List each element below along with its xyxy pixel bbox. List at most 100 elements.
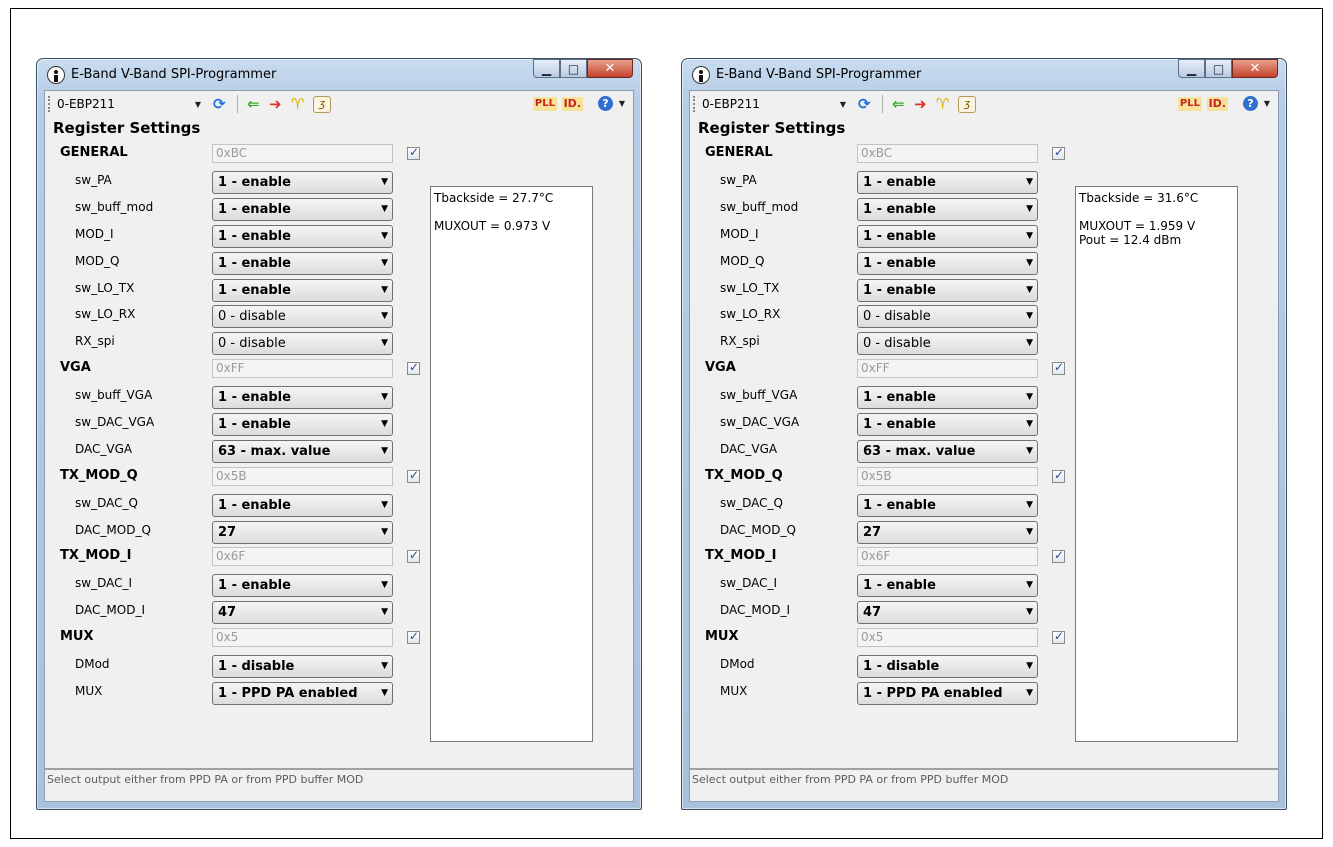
lightbulb-icon[interactable]: ♈ bbox=[291, 95, 304, 113]
register-group-row: MUX 0x5 bbox=[690, 627, 1100, 653]
register-field-row: sw_buff_VGA 1 - enable ▼ bbox=[45, 385, 455, 411]
pll-button[interactable]: PLL bbox=[532, 97, 557, 111]
field-value-select[interactable]: 1 - enable ▼ bbox=[857, 171, 1038, 194]
field-value-select[interactable]: 1 - disable ▼ bbox=[212, 655, 393, 678]
register-enable-checkbox[interactable] bbox=[407, 360, 420, 375]
device-select[interactable]: 0-EBP211 ▼ bbox=[702, 95, 852, 114]
register-hex-field[interactable]: 0x5 bbox=[857, 628, 1038, 647]
lightbulb-icon[interactable]: ♈ bbox=[936, 95, 949, 113]
calibrate-icon[interactable]: ʒ bbox=[313, 96, 331, 113]
field-value-select[interactable]: 27 ▼ bbox=[857, 521, 1038, 544]
chevron-down-icon: ▼ bbox=[1026, 338, 1033, 348]
write-arrow-right-icon[interactable]: ➜ bbox=[269, 95, 282, 113]
help-icon[interactable]: ? bbox=[598, 96, 613, 111]
register-hex-field[interactable]: 0x5B bbox=[857, 467, 1038, 486]
title-bar[interactable]: E-Band V-Band SPI-Programmer ▁ □ ✕ bbox=[682, 59, 1286, 89]
field-value-select[interactable]: 1 - enable ▼ bbox=[212, 198, 393, 221]
field-value-select[interactable]: 1 - PPD PA enabled ▼ bbox=[857, 682, 1038, 705]
output-line: Pout = 12.4 dBm bbox=[1079, 233, 1182, 247]
title-bar[interactable]: E-Band V-Band SPI-Programmer ▁ □ ✕ bbox=[37, 59, 641, 89]
field-value-select[interactable]: 63 - max. value ▼ bbox=[212, 440, 393, 463]
help-icon[interactable]: ? bbox=[1243, 96, 1258, 111]
minimize-button[interactable]: ▁ bbox=[533, 59, 560, 78]
field-value-select[interactable]: 1 - enable ▼ bbox=[857, 225, 1038, 248]
register-enable-checkbox[interactable] bbox=[1052, 145, 1065, 160]
chevron-down-icon: ▼ bbox=[381, 338, 388, 348]
field-value-select[interactable]: 1 - enable ▼ bbox=[857, 198, 1038, 221]
maximize-button[interactable]: □ bbox=[1205, 59, 1232, 78]
field-value: 1 - enable bbox=[863, 202, 936, 217]
register-hex-field[interactable]: 0x6F bbox=[212, 547, 393, 566]
device-select[interactable]: 0-EBP211 ▼ bbox=[57, 95, 207, 114]
register-enable-checkbox[interactable] bbox=[407, 145, 420, 160]
field-value-select[interactable]: 0 - disable ▼ bbox=[857, 305, 1038, 328]
field-value-select[interactable]: 47 ▼ bbox=[212, 601, 393, 624]
register-hex-field[interactable]: 0xFF bbox=[212, 359, 393, 378]
field-value: 63 - max. value bbox=[218, 444, 331, 459]
spi-programmer-window-left: E-Band V-Band SPI-Programmer ▁ □ ✕ 0-EBP… bbox=[36, 58, 642, 810]
register-group-row: GENERAL 0xBC bbox=[690, 143, 1100, 169]
field-value-select[interactable]: 1 - disable ▼ bbox=[857, 655, 1038, 678]
toolbar-grip-icon[interactable] bbox=[693, 96, 697, 112]
field-value-select[interactable]: 1 - enable ▼ bbox=[857, 386, 1038, 409]
field-value-select[interactable]: 1 - enable ▼ bbox=[857, 574, 1038, 597]
maximize-icon: □ bbox=[567, 62, 580, 76]
field-value-select[interactable]: 1 - enable ▼ bbox=[857, 252, 1038, 275]
register-enable-checkbox[interactable] bbox=[1052, 629, 1065, 644]
write-arrow-right-icon[interactable]: ➜ bbox=[914, 95, 927, 113]
register-enable-checkbox[interactable] bbox=[407, 468, 420, 483]
field-label: sw_DAC_VGA bbox=[75, 415, 155, 429]
field-value-select[interactable]: 1 - PPD PA enabled ▼ bbox=[212, 682, 393, 705]
window-title: E-Band V-Band SPI-Programmer bbox=[716, 67, 922, 82]
toolbar-grip-icon[interactable] bbox=[48, 96, 52, 112]
read-arrow-left-icon[interactable]: ⇐ bbox=[247, 95, 260, 113]
register-enable-checkbox[interactable] bbox=[407, 629, 420, 644]
field-value-select[interactable]: 1 - enable ▼ bbox=[857, 279, 1038, 302]
field-value-select[interactable]: 1 - enable ▼ bbox=[212, 279, 393, 302]
field-value-select[interactable]: 1 - enable ▼ bbox=[212, 413, 393, 436]
help-dropdown-icon[interactable]: ▼ bbox=[1264, 95, 1270, 113]
refresh-icon[interactable]: ⟳ bbox=[858, 95, 871, 113]
refresh-icon[interactable]: ⟳ bbox=[213, 95, 226, 113]
field-value-select[interactable]: 1 - enable ▼ bbox=[212, 171, 393, 194]
register-enable-checkbox[interactable] bbox=[407, 548, 420, 563]
field-value-select[interactable]: 47 ▼ bbox=[857, 601, 1038, 624]
register-hex-field[interactable]: 0x5B bbox=[212, 467, 393, 486]
register-hex-field[interactable]: 0x6F bbox=[857, 547, 1038, 566]
register-hex-field[interactable]: 0x5 bbox=[212, 628, 393, 647]
id-button[interactable]: ID. bbox=[561, 97, 583, 111]
field-value-select[interactable]: 1 - enable ▼ bbox=[857, 413, 1038, 436]
field-value: 1 - enable bbox=[218, 578, 291, 593]
close-button[interactable]: ✕ bbox=[587, 59, 633, 78]
field-value-select[interactable]: 0 - disable ▼ bbox=[857, 332, 1038, 355]
field-value-select[interactable]: 0 - disable ▼ bbox=[212, 332, 393, 355]
field-value-select[interactable]: 1 - enable ▼ bbox=[212, 225, 393, 248]
read-arrow-left-icon[interactable]: ⇐ bbox=[892, 95, 905, 113]
register-field-row: sw_DAC_VGA 1 - enable ▼ bbox=[690, 412, 1100, 438]
register-enable-checkbox[interactable] bbox=[1052, 548, 1065, 563]
field-value-select[interactable]: 0 - disable ▼ bbox=[212, 305, 393, 328]
field-value-select[interactable]: 1 - enable ▼ bbox=[212, 252, 393, 275]
minimize-button[interactable]: ▁ bbox=[1178, 59, 1205, 78]
field-value-select[interactable]: 1 - enable ▼ bbox=[857, 494, 1038, 517]
help-dropdown-icon[interactable]: ▼ bbox=[619, 95, 625, 113]
maximize-button[interactable]: □ bbox=[560, 59, 587, 78]
register-hex-field[interactable]: 0xBC bbox=[857, 144, 1038, 163]
close-button[interactable]: ✕ bbox=[1232, 59, 1278, 78]
field-value-select[interactable]: 1 - enable ▼ bbox=[212, 494, 393, 517]
register-field-row: DAC_MOD_I 47 ▼ bbox=[45, 600, 455, 626]
field-value-select[interactable]: 27 ▼ bbox=[212, 521, 393, 544]
field-label: DMod bbox=[75, 657, 110, 671]
calibrate-icon[interactable]: ʒ bbox=[958, 96, 976, 113]
maximize-icon: □ bbox=[1212, 62, 1225, 76]
field-value-select[interactable]: 63 - max. value ▼ bbox=[857, 440, 1038, 463]
pll-button[interactable]: PLL bbox=[1177, 97, 1202, 111]
register-enable-checkbox[interactable] bbox=[1052, 468, 1065, 483]
register-hex-field[interactable]: 0xFF bbox=[857, 359, 1038, 378]
id-button[interactable]: ID. bbox=[1206, 97, 1228, 111]
register-hex-field[interactable]: 0xBC bbox=[212, 144, 393, 163]
field-value-select[interactable]: 1 - enable ▼ bbox=[212, 574, 393, 597]
field-value-select[interactable]: 1 - enable ▼ bbox=[212, 386, 393, 409]
register-enable-checkbox[interactable] bbox=[1052, 360, 1065, 375]
